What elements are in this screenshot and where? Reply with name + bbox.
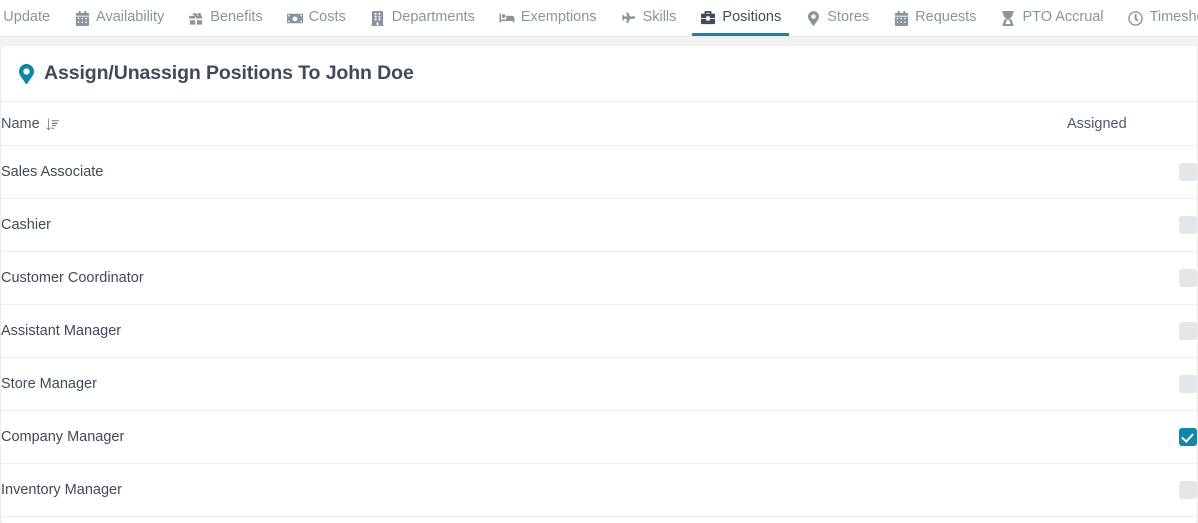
position-name-cell: Customer Coordinator bbox=[1, 251, 1067, 305]
page-body: Assign/Unassign Positions To John Doe Na… bbox=[0, 37, 1198, 523]
gift-icon bbox=[188, 10, 204, 26]
nav-tab-label: Positions bbox=[722, 9, 782, 26]
bed-icon bbox=[499, 10, 515, 26]
table-row: Assistant Manager bbox=[1, 304, 1197, 358]
nav-tab-label: Requests bbox=[915, 9, 977, 26]
assigned-cell bbox=[1067, 304, 1197, 358]
positions-card: Assign/Unassign Positions To John Doe Na… bbox=[1, 46, 1197, 523]
nav-tab-label: PTO Accrual bbox=[1022, 9, 1104, 26]
table-row: Company Manager bbox=[1, 410, 1197, 464]
column-header-name-label: Name bbox=[1, 116, 40, 132]
map-marker-icon bbox=[18, 63, 34, 84]
position-name-cell: Assistant Manager bbox=[1, 304, 1067, 358]
nav-tab-label: Exemptions bbox=[520, 9, 597, 26]
nav-tab-departments[interactable]: Departments bbox=[358, 0, 487, 36]
column-header-assigned: Assigned bbox=[1067, 102, 1197, 146]
position-name-cell: Company Manager bbox=[1, 410, 1067, 464]
nav-tab-stores[interactable]: Stores bbox=[793, 0, 881, 36]
nav-tab-label: Costs bbox=[308, 9, 346, 26]
nav-tab-requests[interactable]: Requests bbox=[881, 0, 988, 36]
money-bill-icon bbox=[286, 10, 303, 26]
position-name-cell: Store Manager bbox=[1, 357, 1067, 411]
plane-icon bbox=[621, 10, 637, 26]
nav-tab-exemptions[interactable]: Exemptions bbox=[487, 0, 609, 36]
assigned-checkbox[interactable] bbox=[1179, 481, 1197, 499]
assigned-cell bbox=[1067, 410, 1197, 464]
sort-amount-down-icon[interactable] bbox=[46, 117, 60, 131]
table-head: Name Assigned bbox=[1, 102, 1197, 146]
assigned-checkbox[interactable] bbox=[1179, 375, 1197, 393]
column-header-assigned-label: Assigned bbox=[1067, 116, 1127, 132]
assigned-cell bbox=[1067, 463, 1197, 517]
assigned-checkbox[interactable] bbox=[1179, 269, 1197, 287]
assigned-cell bbox=[1067, 145, 1197, 199]
clock-icon bbox=[1128, 10, 1144, 26]
nav-tab-label: Timesheet bbox=[1149, 9, 1198, 26]
position-name-cell: Sales Associate bbox=[1, 145, 1067, 199]
table-row: Cashier bbox=[1, 198, 1197, 252]
table-row: Inventory Manager bbox=[1, 463, 1197, 517]
table-body: Sales Associate Cashier Customer Coordinat… bbox=[1, 145, 1197, 517]
calendar-icon bbox=[74, 10, 90, 26]
map-marker-icon bbox=[805, 10, 821, 26]
building-icon bbox=[370, 10, 386, 26]
assigned-cell bbox=[1067, 251, 1197, 305]
assigned-checkbox[interactable] bbox=[1179, 163, 1197, 181]
table-row: Sales Associate bbox=[1, 145, 1197, 199]
nav-tab-positions[interactable]: Positions bbox=[688, 0, 793, 36]
nav-tab-timesheet[interactable]: Timesheet bbox=[1116, 0, 1198, 36]
position-name-cell: Inventory Manager bbox=[1, 463, 1067, 517]
nav-tab-label: Availability bbox=[96, 9, 165, 26]
assigned-checkbox[interactable] bbox=[1179, 428, 1197, 446]
briefcase-icon bbox=[700, 10, 716, 26]
page-header: Assign/Unassign Positions To John Doe bbox=[1, 46, 1197, 102]
table-header-row: Name Assigned bbox=[1, 102, 1197, 146]
nav-tab-benefits[interactable]: Benefits bbox=[176, 0, 274, 36]
page-title: Assign/Unassign Positions To John Doe bbox=[44, 62, 414, 84]
nav-tab-update[interactable]: Update bbox=[0, 0, 62, 36]
nav-tab-costs[interactable]: Costs bbox=[275, 0, 358, 36]
nav-tab-label: Benefits bbox=[210, 9, 263, 26]
nav-tab-label: Update bbox=[3, 9, 51, 26]
nav-tab-label: Stores bbox=[827, 9, 870, 26]
assigned-checkbox[interactable] bbox=[1179, 216, 1197, 234]
column-header-name[interactable]: Name bbox=[1, 102, 1067, 146]
calendar-alt-icon bbox=[893, 10, 909, 26]
assigned-cell bbox=[1067, 198, 1197, 252]
positions-table: Name Assigned Sales Associate Cashier Cu… bbox=[1, 102, 1197, 517]
nav-tab-label: Skills bbox=[642, 9, 677, 26]
primary-nav: Update Availability Benefits Costs Departmen… bbox=[0, 0, 1198, 37]
position-name-cell: Cashier bbox=[1, 198, 1067, 252]
nav-tab-pto-accrual[interactable]: PTO Accrual bbox=[988, 0, 1115, 36]
hourglass-icon bbox=[1000, 10, 1016, 26]
table-row: Store Manager bbox=[1, 357, 1197, 411]
nav-tab-availability[interactable]: Availability bbox=[62, 0, 176, 36]
nav-tab-skills[interactable]: Skills bbox=[609, 0, 689, 36]
nav-tab-label: Departments bbox=[391, 9, 475, 26]
assigned-checkbox[interactable] bbox=[1179, 322, 1197, 340]
table-row: Customer Coordinator bbox=[1, 251, 1197, 305]
assigned-cell bbox=[1067, 357, 1197, 411]
